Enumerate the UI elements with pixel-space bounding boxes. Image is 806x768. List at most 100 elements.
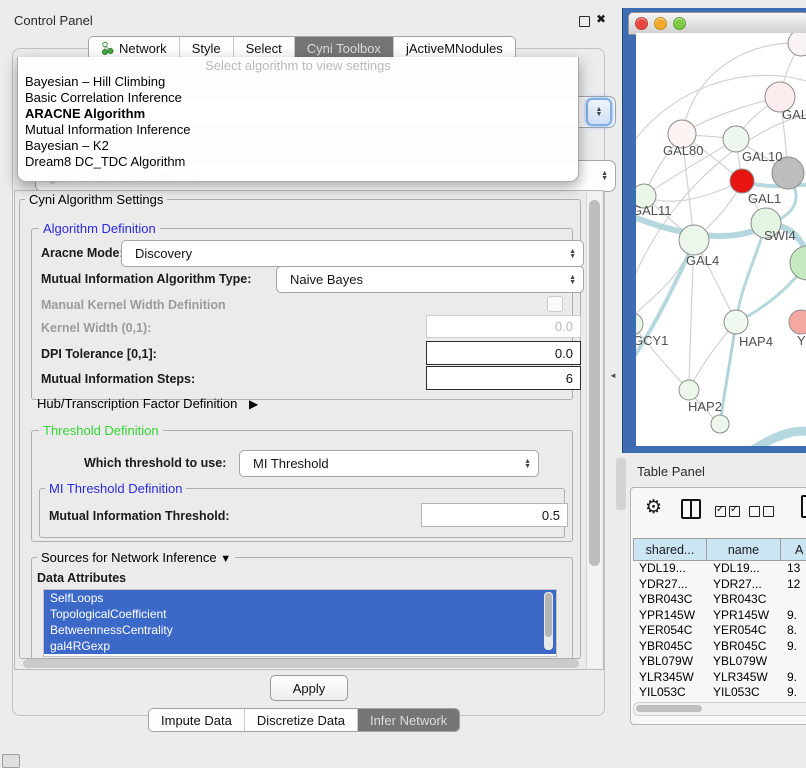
column-header-name[interactable]: name (707, 538, 781, 561)
table-horizontal-scrollbar[interactable] (633, 702, 806, 716)
algorithm-option[interactable]: Mutual Information Inference (18, 122, 578, 138)
network-node[interactable] (679, 225, 709, 255)
algorithm-option[interactable]: Dream8 DC_TDC Algorithm (18, 154, 578, 170)
scrollbar-thumb[interactable] (589, 200, 600, 566)
sources-group-title[interactable]: Sources for Network Inference ▼ (37, 550, 235, 565)
table-row[interactable]: YBL079WYBL079W (633, 654, 806, 670)
algorithm-option[interactable]: Bayesian – Hill Climbing (18, 74, 578, 90)
table-row[interactable]: YER054CYER054C8. (633, 623, 806, 639)
network-canvas[interactable]: GALGAL80GAL10GAL1GAL11SWI4GAL4GCY1HAP4YH… (636, 33, 806, 446)
network-node[interactable] (724, 310, 748, 334)
close-icon[interactable]: ✖ (596, 12, 606, 26)
table-row[interactable]: YIL053CYIL053C9. (633, 685, 806, 701)
mi-threshold-field[interactable]: 0.5 (421, 503, 568, 527)
close-traffic-light-icon[interactable] (635, 17, 648, 30)
network-node[interactable] (790, 246, 806, 280)
collapse-down-icon[interactable]: ▼ (220, 553, 231, 565)
hub-section-toggle[interactable]: Hub/Transcription Factor Definition ▶ (37, 396, 258, 411)
table-cell: 9. (781, 639, 806, 655)
network-node[interactable] (679, 380, 699, 400)
zoom-traffic-light-icon[interactable] (673, 17, 686, 30)
attribute-list-item[interactable]: SelfLoops (44, 590, 556, 606)
mi-steps-field[interactable]: 6 (426, 366, 581, 390)
combo-stepper-icon[interactable]: ▲▼ (569, 249, 576, 259)
table-cell (781, 654, 806, 670)
network-edge[interactable] (644, 181, 742, 201)
mi-algorithm-type-combo[interactable]: Naive Bayes ▲▼ (276, 266, 584, 293)
scrollbar-thumb[interactable] (636, 705, 702, 712)
scrollbar-thumb[interactable] (545, 593, 552, 637)
tab-impute-data[interactable]: Impute Data (149, 709, 245, 731)
scrollbar-remnant (616, 458, 626, 510)
minimize-traffic-light-icon[interactable] (654, 17, 667, 30)
mi-algorithm-type-value: Naive Bayes (290, 272, 363, 287)
hide-columns-icon[interactable] (749, 504, 777, 522)
network-node[interactable] (711, 415, 729, 433)
tab-jactivemnodules[interactable]: jActiveMNodules (394, 37, 515, 59)
network-graph[interactable]: GALGAL80GAL10GAL1GAL11SWI4GAL4GCY1HAP4YH… (636, 33, 806, 446)
tab-infer-network[interactable]: Infer Network (358, 709, 459, 731)
data-attributes-list[interactable]: SelfLoopsTopologicalCoefficientBetweenne… (43, 589, 557, 657)
tab-select[interactable]: Select (234, 37, 295, 59)
expand-right-icon[interactable]: ▶ (249, 397, 258, 411)
mi-algorithm-type-label: Mutual Information Algorithm Type: (41, 272, 251, 286)
vertical-scrollbar[interactable] (586, 192, 602, 668)
tab-label: Select (246, 41, 282, 56)
split-columns-icon[interactable] (681, 499, 701, 519)
combo-stepper-icon[interactable]: ▲▼ (569, 275, 576, 285)
node-label: GAL11 (636, 203, 672, 218)
combo-stepper-icon[interactable]: ▲▼ (524, 459, 531, 469)
list-scrollbar[interactable] (544, 592, 553, 650)
combo-stepper-icon[interactable]: ▲▼ (586, 98, 612, 126)
apply-button[interactable]: Apply (270, 675, 348, 701)
algorithm-option[interactable]: Basic Correlation Inference (18, 90, 578, 106)
which-threshold-combo[interactable]: MI Threshold ▲▼ (239, 450, 539, 477)
algorithm-placeholder: Select algorithm to view settings (18, 57, 578, 74)
algorithm-definition-title: Algorithm Definition (39, 221, 160, 236)
network-node[interactable] (789, 310, 806, 334)
table-cell: YER054C (633, 623, 707, 639)
new-table-icon[interactable] (801, 495, 806, 518)
table-row[interactable]: YLR345WYLR345W9. (633, 670, 806, 686)
network-icon (101, 41, 114, 55)
tab-cyni-toolbox[interactable]: Cyni Toolbox (295, 37, 394, 59)
network-node[interactable] (636, 313, 643, 335)
dpi-tolerance-field[interactable]: 0.0 (426, 341, 581, 365)
table-cell: 9. (781, 608, 806, 624)
kernel-width-value: 0.0 (555, 319, 573, 334)
algorithm-option[interactable]: Bayesian – K2 (18, 138, 578, 154)
attribute-list-item[interactable]: BetweennessCentrality (44, 622, 556, 638)
table-cell: YDL19... (633, 561, 707, 577)
network-edge-highlighted[interactable] (748, 431, 806, 446)
show-checked-columns-icon[interactable] (715, 504, 743, 522)
attribute-list-item[interactable]: TopologicalCoefficient (44, 606, 556, 622)
algorithm-option[interactable]: ARACNE Algorithm (18, 106, 578, 122)
attribute-list-item[interactable]: gal4RGexp (44, 638, 556, 654)
column-header-shared-name[interactable]: shared... (633, 538, 707, 561)
kernel-width-field[interactable]: 0.0 (426, 315, 581, 338)
table-row[interactable]: YPR145WYPR145W9. (633, 608, 806, 624)
panel-splitter-handle[interactable]: ◄ (609, 371, 617, 380)
horizontal-scrollbar[interactable] (23, 659, 579, 668)
table-row[interactable]: YBR043CYBR043C (633, 592, 806, 608)
network-node[interactable] (730, 169, 754, 193)
minimized-panel-button[interactable] (2, 754, 20, 768)
combo-stepper-icon[interactable]: ▲▼ (601, 171, 608, 181)
tab-label: Impute Data (161, 713, 232, 728)
table-row[interactable]: YDR27...YDR27...12 (633, 577, 806, 593)
column-header-partial[interactable]: A (781, 538, 806, 561)
manual-kernel-width-checkbox[interactable] (547, 296, 563, 312)
tab-discretize-data[interactable]: Discretize Data (245, 709, 358, 731)
float-window-icon[interactable] (579, 16, 590, 27)
table-cell: YPR145W (707, 608, 781, 624)
network-window-titlebar[interactable] (628, 12, 806, 35)
table-row[interactable]: YBR045CYBR045C9. (633, 639, 806, 655)
tab-style[interactable]: Style (180, 37, 234, 59)
network-node[interactable] (788, 33, 806, 56)
table-row[interactable]: YDL19...YDL19...13 (633, 561, 806, 577)
control-panel-title: Control Panel (14, 13, 93, 28)
table-cell: YLR345W (633, 670, 707, 686)
aracne-mode-combo[interactable]: Discovery ▲▼ (121, 240, 584, 267)
gear-icon[interactable]: ⚙ (645, 496, 662, 519)
tab-network[interactable]: Network (89, 37, 180, 59)
